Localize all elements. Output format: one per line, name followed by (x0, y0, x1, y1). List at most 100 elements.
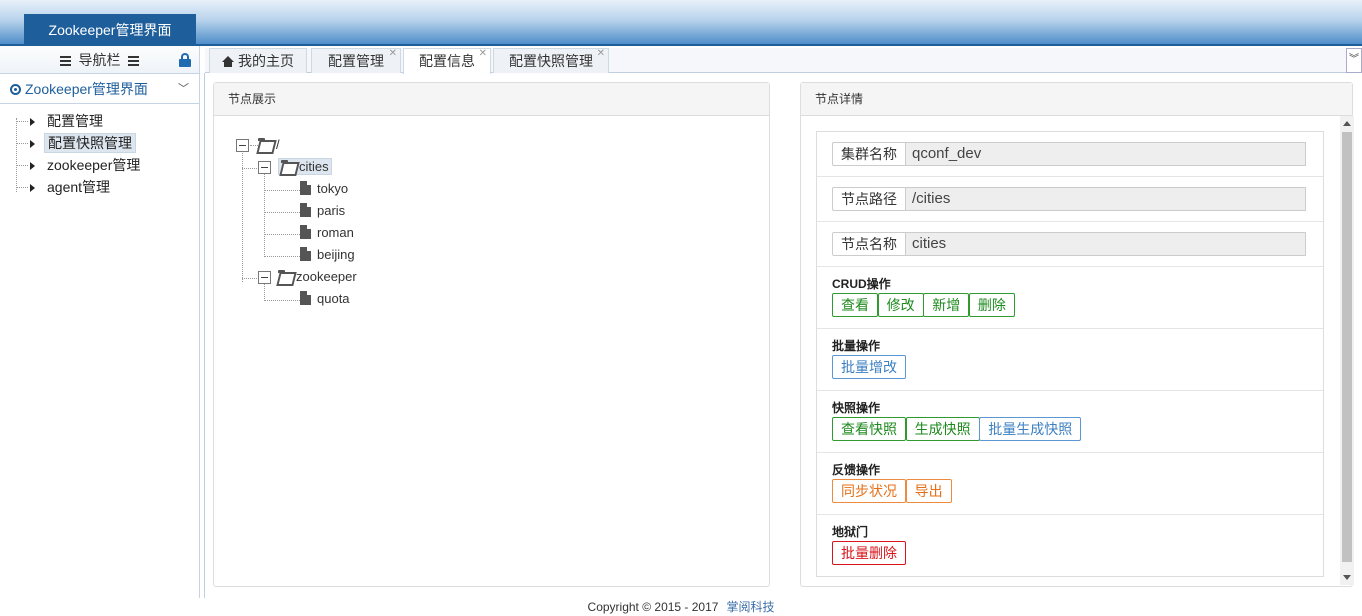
node-name-label: 节点名称 (832, 232, 906, 256)
batch-group-title: 批量操作 (832, 339, 881, 353)
node-path-label: 节点路径 (832, 187, 906, 211)
export-button[interactable]: 导出 (905, 479, 952, 503)
tab-scroll-down-icon[interactable]: ︾ (1346, 48, 1362, 73)
file-icon (300, 203, 311, 217)
crud-group: CRUD操作 查看 修改 新增 删除 (817, 267, 1323, 329)
sidebar-header: 导航栏 (0, 46, 199, 74)
add-button[interactable]: 新增 (923, 293, 970, 317)
folder-open-icon (281, 160, 297, 172)
view-snapshot-button[interactable]: 查看快照 (832, 417, 906, 441)
tree-panel: 节点展示 / cities tokyo paris roman beijing … (213, 82, 770, 587)
company-link[interactable]: 掌阅科技 (726, 600, 774, 614)
caret-right-icon[interactable] (30, 140, 35, 148)
menu-icon (128, 54, 140, 68)
delete-button[interactable]: 删除 (968, 293, 1015, 317)
tab-label: 我的主页 (238, 53, 294, 69)
create-snapshot-button[interactable]: 生成快照 (905, 417, 980, 441)
sidebar-item-config-snapshot[interactable]: 配置快照管理 (16, 132, 199, 154)
sidebar-item-label: zookeeper管理 (47, 157, 141, 173)
app-title[interactable]: Zookeeper管理界面 (24, 14, 196, 46)
sidebar-item-agent[interactable]: agent管理 (16, 176, 199, 198)
lock-icon[interactable] (179, 53, 191, 67)
batch-delete-button[interactable]: 批量删除 (832, 541, 906, 565)
tree-node-beijing[interactable]: beijing (300, 245, 355, 265)
detail-scrollbar[interactable] (1340, 116, 1354, 585)
snapshot-group-title: 快照操作 (832, 401, 881, 415)
tree-node-cities[interactable]: cities (278, 157, 332, 177)
snapshot-group: 快照操作 查看快照 生成快照 批量生成快照 (817, 391, 1323, 453)
file-icon (300, 247, 311, 261)
scroll-down-icon[interactable] (1343, 575, 1351, 580)
tab-bar: 我的主页 配置管理 ✕ 配置信息 ✕ 配置快照管理 ✕ ︾ (205, 48, 1362, 74)
circle-dot-icon (10, 84, 21, 95)
sidebar-tree: 配置管理 配置快照管理 zookeeper管理 agent管理 (0, 104, 199, 198)
tab-config[interactable]: 配置管理 ✕ (311, 48, 401, 73)
danger-group: 地狱门 批量删除 (817, 515, 1323, 576)
menu-icon (59, 54, 71, 68)
close-icon[interactable]: ✕ (389, 42, 397, 66)
tree-node-tokyo[interactable]: tokyo (300, 179, 348, 199)
scroll-up-icon[interactable] (1343, 121, 1351, 126)
sidebar: 导航栏 Zookeeper管理界面 ﹀ 配置管理 配置快照管理 zookeepe… (0, 46, 200, 598)
view-button[interactable]: 查看 (832, 293, 878, 317)
collapse-toggle[interactable] (258, 271, 271, 284)
caret-right-icon[interactable] (30, 162, 35, 170)
sidebar-title: 导航栏 (78, 52, 121, 68)
sidebar-item-label: agent管理 (47, 179, 111, 195)
sidebar-item-label: 配置快照管理 (44, 133, 136, 153)
cluster-name-label: 集群名称 (832, 142, 906, 166)
detail-body: 集群名称 qconf_dev 节点路径 /cities 节点名称 cities … (816, 131, 1324, 577)
node-name-field: cities (906, 232, 1306, 256)
detail-panel-title: 节点详情 (801, 83, 1352, 116)
sidebar-group[interactable]: Zookeeper管理界面 ﹀ (0, 74, 199, 104)
close-icon[interactable]: ✕ (479, 42, 487, 66)
tree-node-zookeeper[interactable]: zookeeper (278, 267, 357, 287)
file-icon (300, 225, 311, 239)
footer: Copyright © 2015 - 2017 掌阅科技 (0, 599, 1362, 616)
tree-node-root[interactable]: / (258, 135, 280, 155)
scrollbar-thumb[interactable] (1342, 132, 1352, 562)
app-header: Zookeeper管理界面 (0, 0, 1362, 46)
batch-upsert-button[interactable]: 批量增改 (832, 355, 906, 379)
collapse-toggle[interactable] (258, 161, 271, 174)
tree-node-label: roman (317, 225, 354, 240)
feedback-group: 反馈操作 同步状况 导出 (817, 453, 1323, 515)
tree-node-quota[interactable]: quota (300, 289, 350, 309)
feedback-group-title: 反馈操作 (832, 463, 881, 477)
tab-config-snapshot[interactable]: 配置快照管理 ✕ (493, 48, 609, 73)
tab-home[interactable]: 我的主页 (209, 48, 307, 73)
caret-right-icon[interactable] (30, 118, 35, 126)
copyright-text: Copyright © 2015 - 2017 (587, 600, 719, 614)
close-icon[interactable]: ✕ (597, 42, 605, 66)
collapse-toggle[interactable] (236, 139, 249, 152)
node-path-field: /cities (906, 187, 1306, 211)
home-icon (222, 56, 234, 67)
sync-status-button[interactable]: 同步状况 (832, 479, 906, 503)
folder-open-icon (278, 270, 294, 282)
chevron-down-icon[interactable]: ﹀ (178, 74, 189, 104)
tree-node-paris[interactable]: paris (300, 201, 345, 221)
tab-label: 配置快照管理 (509, 53, 593, 69)
sidebar-item-label: 配置管理 (47, 113, 103, 129)
caret-right-icon[interactable] (30, 184, 35, 192)
tree-node-label: paris (317, 203, 346, 218)
tree-node-label: tokyo (317, 181, 349, 196)
sidebar-item-config[interactable]: 配置管理 (16, 110, 199, 132)
tree-panel-title: 节点展示 (214, 83, 769, 116)
tree-node-label: beijing (317, 247, 355, 262)
node-path-row: 节点路径 /cities (817, 177, 1323, 222)
tree-node-roman[interactable]: roman (300, 223, 354, 243)
tree-node-label: zookeeper (296, 269, 357, 284)
node-name-row: 节点名称 cities (817, 222, 1323, 267)
tree-node-label: quota (317, 291, 350, 306)
tab-config-info[interactable]: 配置信息 ✕ (403, 48, 491, 74)
batch-create-snapshot-button[interactable]: 批量生成快照 (979, 417, 1082, 441)
edit-button[interactable]: 修改 (877, 293, 924, 317)
tab-label: 配置信息 (419, 53, 475, 69)
tab-label: 配置管理 (328, 53, 384, 69)
sidebar-item-zookeeper[interactable]: zookeeper管理 (16, 154, 199, 176)
cluster-name-row: 集群名称 qconf_dev (817, 132, 1323, 177)
sidebar-group-label: Zookeeper管理界面 (25, 81, 148, 97)
file-icon (300, 181, 311, 195)
folder-open-icon (258, 138, 274, 150)
